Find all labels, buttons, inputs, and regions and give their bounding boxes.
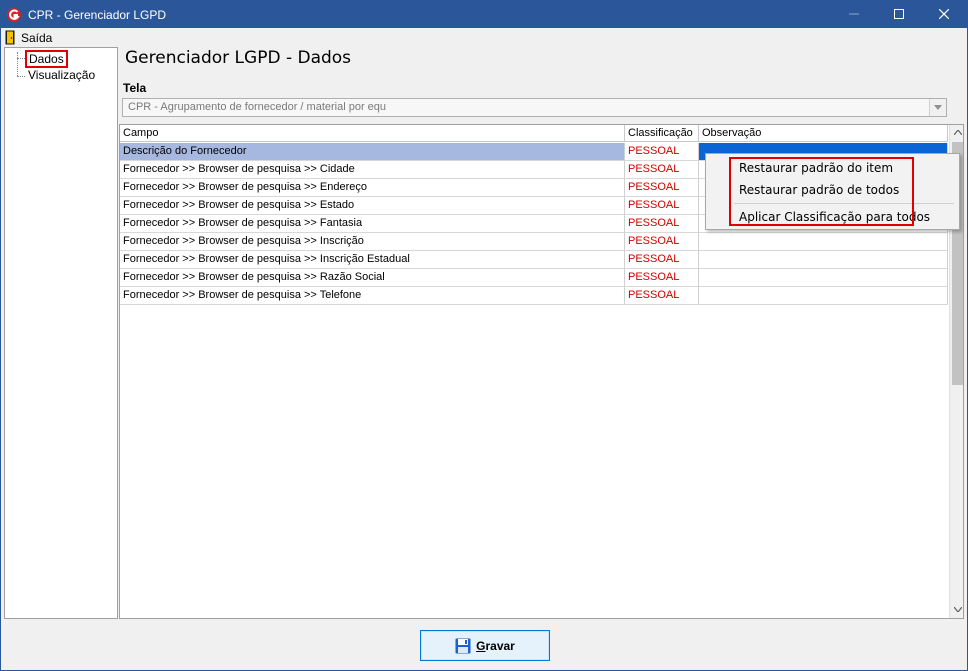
table-row[interactable]: Fornecedor >> Browser de pesquisa >> Ins… — [120, 233, 948, 251]
app-window: CPR - Gerenciador LGPD Saída Dados Visua… — [0, 0, 968, 671]
cell-campo[interactable]: Fornecedor >> Browser de pesquisa >> Tel… — [120, 287, 625, 305]
cell-classificacao[interactable]: PESSOAL — [625, 269, 699, 287]
cell-campo[interactable]: Fornecedor >> Browser de pesquisa >> Cid… — [120, 161, 625, 179]
cell-classificacao[interactable]: PESSOAL — [625, 161, 699, 179]
close-button[interactable] — [921, 1, 966, 28]
context-menu: Restaurar padrão do item Restaurar padrã… — [705, 153, 960, 230]
menu-item-restaurar-item[interactable]: Restaurar padrão do item — [739, 161, 893, 175]
tela-select-dropdown-button[interactable] — [929, 99, 946, 116]
grid-header: Campo Classificação Observação — [120, 125, 948, 142]
cell-classificacao[interactable]: PESSOAL — [625, 251, 699, 269]
page-title: Gerenciador LGPD - Dados — [125, 48, 352, 68]
maximize-button[interactable] — [876, 1, 921, 28]
menu-separator — [734, 203, 954, 204]
menu-bar: Saída — [1, 28, 967, 47]
header-classificacao[interactable]: Classificação — [625, 125, 699, 142]
tela-select[interactable]: CPR - Agrupamento de fornecedor / materi… — [122, 98, 947, 117]
cell-campo[interactable]: Fornecedor >> Browser de pesquisa >> Raz… — [120, 269, 625, 287]
exit-door-icon — [5, 30, 15, 45]
cell-campo[interactable]: Fornecedor >> Browser de pesquisa >> Est… — [120, 197, 625, 215]
header-campo[interactable]: Campo — [120, 125, 625, 142]
scroll-up-button[interactable] — [950, 125, 963, 141]
maximize-icon — [893, 9, 904, 19]
save-button[interactable]: Gravar — [420, 630, 550, 661]
title-bar: CPR - Gerenciador LGPD — [1, 1, 967, 28]
app-logo-icon — [7, 8, 21, 22]
cell-campo[interactable]: Fornecedor >> Browser de pesquisa >> Fan… — [120, 215, 625, 233]
cell-classificacao[interactable]: PESSOAL — [625, 143, 699, 161]
window-title: CPR - Gerenciador LGPD — [28, 8, 167, 22]
table-row[interactable]: Fornecedor >> Browser de pesquisa >> Tel… — [120, 287, 948, 305]
tree-connector — [17, 76, 25, 77]
tree-item-dados[interactable]: Dados — [25, 50, 68, 68]
navigation-tree: Dados Visualização — [4, 47, 118, 619]
cell-campo[interactable]: Descrição do Fornecedor — [120, 143, 625, 161]
scroll-down-button[interactable] — [950, 602, 963, 618]
tree-connector — [17, 58, 25, 59]
header-observacao[interactable]: Observação — [699, 125, 948, 142]
close-icon — [938, 8, 949, 20]
chevron-up-icon — [954, 130, 962, 135]
cell-campo[interactable]: Fornecedor >> Browser de pesquisa >> Ins… — [120, 251, 625, 269]
cell-classificacao[interactable]: PESSOAL — [625, 215, 699, 233]
menu-item-restaurar-todos[interactable]: Restaurar padrão de todos — [739, 183, 899, 197]
cell-classificacao[interactable]: PESSOAL — [625, 179, 699, 197]
floppy-disk-icon — [455, 638, 471, 653]
minimize-icon — [848, 13, 859, 15]
table-row[interactable]: Fornecedor >> Browser de pesquisa >> Ins… — [120, 251, 948, 269]
exit-label: Saída — [21, 30, 53, 45]
cell-classificacao[interactable]: PESSOAL — [625, 197, 699, 215]
cell-observacao[interactable] — [699, 287, 948, 305]
table-row[interactable]: Fornecedor >> Browser de pesquisa >> Raz… — [120, 269, 948, 287]
cell-observacao[interactable] — [699, 269, 948, 287]
cell-observacao[interactable] — [699, 233, 948, 251]
save-button-label: Gravar — [476, 639, 515, 653]
tela-select-value: CPR - Agrupamento de fornecedor / materi… — [128, 101, 387, 113]
exit-menu-item[interactable]: Saída — [5, 29, 52, 46]
chevron-down-icon — [934, 105, 942, 110]
save-label-rest: ravar — [485, 638, 515, 653]
menu-item-aplicar-classificacao[interactable]: Aplicar Classificação para todos — [739, 210, 930, 224]
cell-campo[interactable]: Fornecedor >> Browser de pesquisa >> Ins… — [120, 233, 625, 251]
tela-label: Tela — [123, 81, 147, 95]
cell-campo[interactable]: Fornecedor >> Browser de pesquisa >> End… — [120, 179, 625, 197]
tree-connector — [17, 52, 18, 76]
cell-classificacao[interactable]: PESSOAL — [625, 233, 699, 251]
tree-item-visualizacao[interactable]: Visualização — [25, 68, 98, 82]
cell-observacao[interactable] — [699, 251, 948, 269]
cell-classificacao[interactable]: PESSOAL — [625, 287, 699, 305]
chevron-down-icon — [954, 607, 962, 612]
minimize-button[interactable] — [831, 1, 876, 28]
